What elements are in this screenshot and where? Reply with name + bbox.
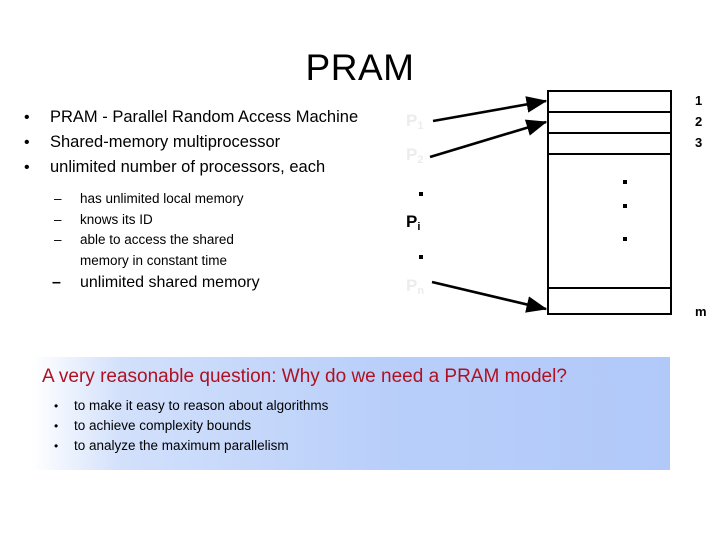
memory-ellipsis-dot <box>623 180 627 184</box>
bullet-text: PRAM - Parallel Random Access Machine <box>50 108 359 126</box>
shared-memory-block <box>547 90 672 315</box>
processor-ellipsis-dot <box>419 255 423 259</box>
bullet-marker: – <box>54 232 62 247</box>
sub-bullet-item-emphasis: – unlimited shared memory <box>10 271 380 294</box>
sub-bullet-item: – knows its ID <box>10 210 380 231</box>
memory-ellipsis <box>549 92 670 313</box>
memory-ellipsis-dot <box>623 204 627 208</box>
bullet-text: unlimited number of processors, each <box>50 158 326 176</box>
sub-bullet-item: – has unlimited local memory <box>10 189 380 210</box>
sub-bullet-item: – able to access the shared <box>10 230 380 251</box>
memory-row-label-3: 3 <box>695 135 703 150</box>
bullet-marker: • <box>54 419 59 433</box>
processor-label-p2: P2 <box>406 145 424 166</box>
callout-item: • to achieve complexity bounds <box>46 416 646 436</box>
bullet-marker: • <box>54 439 59 453</box>
processor-column: P1 P2 Pi Pn <box>400 100 460 320</box>
bullet-marker: – <box>52 274 61 291</box>
processor-label-pi: Pi <box>406 212 421 233</box>
bullet-marker: • <box>54 399 59 413</box>
bullet-text: able to access the shared <box>80 232 234 247</box>
callout-panel: A very reasonable question: Why do we ne… <box>32 357 670 470</box>
bullet-marker: – <box>54 191 62 206</box>
bullet-text: unlimited shared memory <box>80 274 260 291</box>
memory-row-label-1: 1 <box>695 93 703 108</box>
memory-ellipsis-dot <box>623 237 627 241</box>
bullet-list: • PRAM - Parallel Random Access Machine … <box>10 105 380 294</box>
processor-ellipsis-dot <box>419 192 423 196</box>
bullet-text: Shared-memory multiprocessor <box>50 133 281 151</box>
callout-item-text: to make it easy to reason about algorith… <box>74 398 329 413</box>
bullet-marker: – <box>54 211 62 227</box>
callout-item: • to analyze the maximum parallelism <box>46 436 646 456</box>
bullet-text: knows its ID <box>80 211 153 227</box>
callout-item: • to make it easy to reason about algori… <box>46 396 646 416</box>
bullet-item: • unlimited number of processors, each <box>10 155 380 180</box>
slide-canvas: PRAM • PRAM - Parallel Random Access Mac… <box>0 0 720 540</box>
sub-bullet-continuation: memory in constant time <box>10 251 380 272</box>
callout-list: • to make it easy to reason about algori… <box>46 396 646 456</box>
bullet-marker: • <box>24 134 30 151</box>
callout-heading: A very reasonable question: Why do we ne… <box>42 366 567 387</box>
bullet-marker: • <box>24 159 30 176</box>
memory-row-label-m: m <box>695 304 707 319</box>
page-title: PRAM <box>305 47 415 88</box>
processor-label-p1: P1 <box>406 111 424 132</box>
memory-row-label-2: 2 <box>695 114 703 129</box>
processor-label-pn: Pn <box>406 276 425 297</box>
bullet-text: memory in constant time <box>80 252 228 268</box>
bullet-text: has unlimited local memory <box>80 191 244 206</box>
bullet-item: • Shared-memory multiprocessor <box>10 130 380 155</box>
callout-item-text: to achieve complexity bounds <box>74 418 252 433</box>
callout-item-text: to analyze the maximum parallelism <box>74 438 289 453</box>
bullet-item: • PRAM - Parallel Random Access Machine <box>10 105 380 130</box>
bullet-marker: • <box>24 109 30 126</box>
